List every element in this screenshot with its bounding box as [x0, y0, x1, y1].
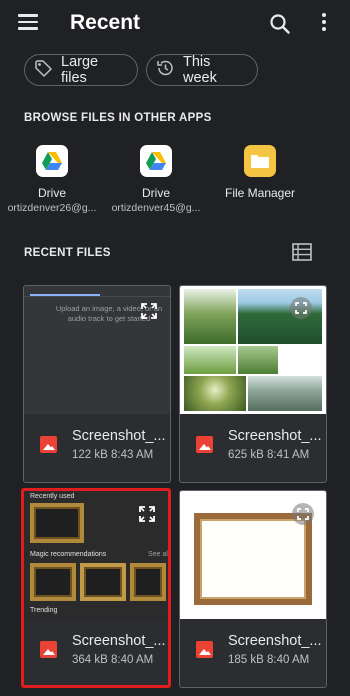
see-all-link: See all — [148, 551, 170, 558]
file-info: Screenshot_... 185 kB 8:40 AM — [180, 619, 326, 687]
file-meta: 122 kB 8:43 AM — [72, 449, 154, 461]
list-view-icon[interactable] — [292, 243, 312, 261]
file-info: Screenshot_... 122 kB 8:43 AM — [24, 414, 170, 482]
file-card[interactable]: Screenshot_... 625 kB 8:41 AM — [179, 285, 327, 483]
file-thumbnail: Upload an image, a video, or an audio tr… — [24, 286, 170, 414]
menu-icon[interactable] — [14, 10, 42, 36]
file-meta: 625 kB 8:41 AM — [228, 449, 310, 461]
thumbnail-label: Trending — [30, 607, 58, 614]
expand-icon[interactable] — [138, 300, 160, 322]
file-thumbnail — [180, 491, 326, 619]
recent-files-header: RECENT FILES — [24, 247, 111, 259]
image-file-icon — [40, 641, 57, 658]
file-meta: 364 kB 8:40 AM — [72, 654, 154, 666]
app-name: File Manager — [224, 186, 296, 200]
history-icon — [155, 58, 175, 83]
google-drive-icon — [140, 145, 172, 177]
file-info: Screenshot_... 364 kB 8:40 AM — [24, 619, 168, 685]
more-vert-icon[interactable] — [312, 10, 336, 38]
file-name: Screenshot_... — [228, 428, 322, 444]
file-card[interactable]: Screenshot_... 185 kB 8:40 AM — [179, 490, 327, 688]
image-file-icon — [196, 641, 213, 658]
search-icon[interactable] — [266, 10, 294, 38]
image-file-icon — [40, 436, 57, 453]
file-thumbnail: Recently used Magic recommendations See … — [24, 491, 170, 619]
file-thumbnail — [180, 286, 326, 414]
browse-section-header: BROWSE FILES IN OTHER APPS — [24, 112, 212, 124]
file-card[interactable]: Upload an image, a video, or an audio tr… — [23, 285, 171, 483]
expand-icon[interactable] — [292, 503, 314, 525]
expand-icon[interactable] — [290, 297, 312, 319]
app-name: Drive — [141, 186, 170, 200]
file-info: Screenshot_... 625 kB 8:41 AM — [180, 414, 326, 482]
chip-label: This week — [183, 54, 217, 86]
google-drive-icon — [36, 145, 68, 177]
app-account: ortizdenver45@g... — [111, 202, 201, 214]
app-item-drive-1[interactable]: Drive ortizdenver26@g... — [2, 145, 102, 214]
thumbnail-label: Recently used — [30, 493, 75, 500]
chip-this-week[interactable]: This week — [146, 54, 258, 86]
file-name: Screenshot_... — [72, 633, 166, 649]
chip-label: Large files — [61, 54, 99, 86]
file-card-selected[interactable]: Recently used Magic recommendations See … — [21, 488, 171, 688]
app-item-drive-2[interactable]: Drive ortizdenver45@g... — [106, 145, 206, 214]
file-name: Screenshot_... — [72, 428, 166, 444]
expand-icon[interactable] — [136, 503, 158, 525]
file-meta: 185 kB 8:40 AM — [228, 654, 310, 666]
file-name: Screenshot_... — [228, 633, 322, 649]
page-title: Recent — [70, 11, 141, 34]
tag-icon — [33, 58, 53, 83]
app-name: Drive — [37, 186, 66, 200]
thumbnail-label: Magic recommendations — [30, 551, 107, 558]
chip-large-files[interactable]: Large files — [24, 54, 138, 86]
app-item-file-manager[interactable]: File Manager — [210, 145, 310, 200]
folder-icon — [244, 145, 276, 177]
app-account: ortizdenver26@g... — [7, 202, 97, 214]
top-app-bar: Recent — [0, 0, 350, 48]
image-file-icon — [196, 436, 213, 453]
